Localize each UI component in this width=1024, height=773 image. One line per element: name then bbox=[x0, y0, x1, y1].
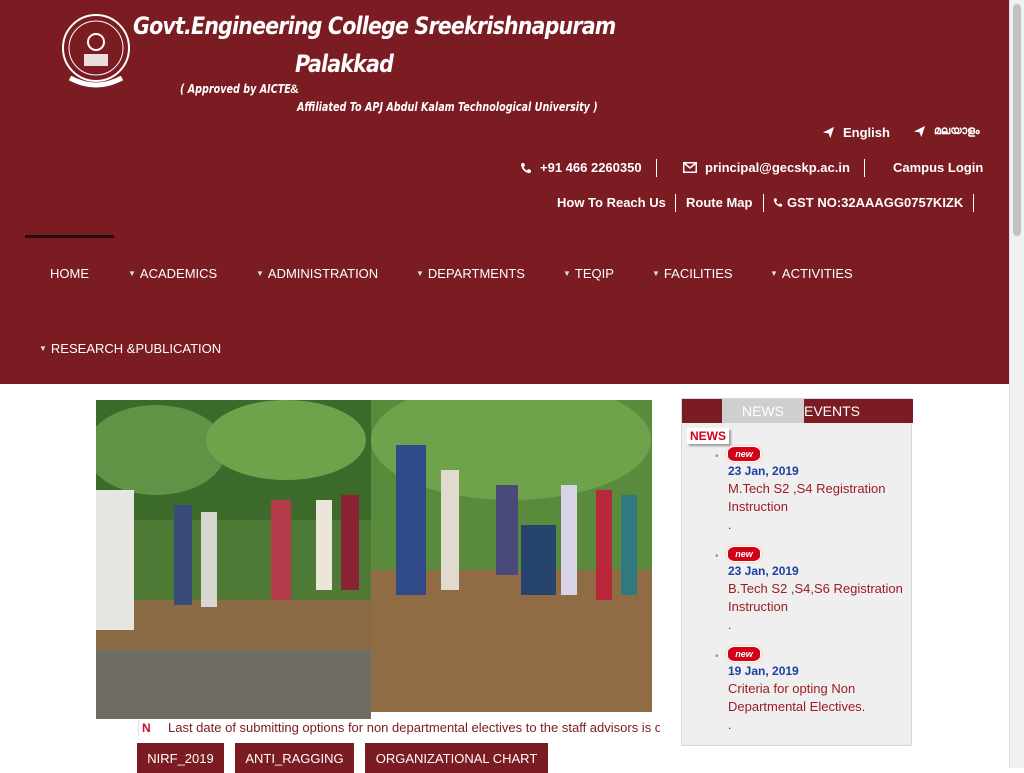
caret-down-icon: ▼ bbox=[652, 269, 660, 278]
phone-icon bbox=[521, 162, 531, 173]
tab-news[interactable]: NEWS bbox=[722, 399, 804, 423]
news-date: 19 Jan, 2019 bbox=[728, 664, 799, 678]
phone-link[interactable]: +91 466 2260350 bbox=[520, 160, 642, 175]
nav-administration[interactable]: ▼ ADMINISTRATION bbox=[256, 266, 378, 281]
envelope-icon bbox=[683, 162, 697, 173]
anti-ragging-button[interactable]: ANTI_RAGGING bbox=[235, 743, 354, 773]
divider bbox=[656, 159, 657, 177]
send-icon bbox=[822, 126, 835, 139]
scrollbar-thumb[interactable] bbox=[1013, 4, 1021, 236]
news-ticker[interactable]: N Last date of submitting options for no… bbox=[138, 720, 660, 736]
lang-english-link[interactable]: English bbox=[822, 125, 890, 140]
nav-facilities[interactable]: ▼ FACILITIES bbox=[652, 266, 733, 281]
news-link[interactable]: M.Tech S2 ,S4 Registration Instruction bbox=[728, 480, 908, 516]
nav-home[interactable]: HOME bbox=[50, 266, 89, 281]
email-link[interactable]: principal@gecskp.ac.in bbox=[683, 160, 850, 175]
affiliation-text: Affiliated To APJ Abdul Kalam Technologi… bbox=[297, 100, 598, 114]
bullet-icon: • bbox=[715, 651, 719, 662]
college-location: Palakkad bbox=[295, 50, 394, 78]
how-to-reach-link[interactable]: How To Reach Us bbox=[557, 195, 666, 210]
nav-departments-label: DEPARTMENTS bbox=[427, 266, 525, 281]
nav-academics-label: ACADEMICS bbox=[139, 266, 218, 281]
campus-login-link[interactable]: Campus Login bbox=[893, 160, 983, 175]
caret-down-icon: ▼ bbox=[416, 269, 424, 278]
tree-planting-photo-right bbox=[371, 400, 652, 712]
page-scrollbar[interactable] bbox=[1009, 0, 1024, 768]
caret-down-icon: ▼ bbox=[256, 269, 264, 278]
gst-info: GST NO:32AAAGG0757KIZK bbox=[773, 195, 963, 210]
route-map-label: Route Map bbox=[686, 195, 753, 210]
lang-malayalam-label: മലയാളം bbox=[934, 125, 980, 137]
nav-teqip-label: TEQIP bbox=[574, 266, 614, 281]
news-dot: . bbox=[728, 518, 732, 532]
tree-planting-photo-left bbox=[96, 400, 371, 719]
news-date: 23 Jan, 2019 bbox=[728, 464, 799, 478]
new-badge-icon: new bbox=[728, 447, 760, 461]
phone-icon bbox=[773, 198, 783, 207]
news-dot: . bbox=[728, 718, 732, 732]
nav-home-label: HOME bbox=[50, 266, 89, 281]
news-date: 23 Jan, 2019 bbox=[728, 564, 799, 578]
college-title: Govt.Engineering College Sreekrishnapura… bbox=[133, 12, 616, 40]
news-link[interactable]: B.Tech S2 ,S4,S6 Registration Instructio… bbox=[728, 580, 908, 616]
divider bbox=[763, 194, 764, 212]
nav-activities-label: ACTIVITIES bbox=[781, 266, 853, 281]
college-seal-logo[interactable] bbox=[60, 12, 132, 92]
lang-english-label: English bbox=[843, 125, 890, 140]
nav-administration-label: ADMINISTRATION bbox=[267, 266, 379, 281]
nav-active-indicator bbox=[25, 235, 114, 238]
caret-down-icon: ▼ bbox=[770, 269, 778, 278]
nav-academics[interactable]: ▼ ACADEMICS bbox=[128, 266, 217, 281]
image-slider[interactable] bbox=[96, 400, 652, 719]
route-map-link[interactable]: Route Map bbox=[686, 195, 752, 210]
approval-text: ( Approved by AICTE bbox=[180, 82, 291, 96]
news-dot: . bbox=[728, 618, 732, 632]
nirf-button[interactable]: NIRF_2019 bbox=[137, 743, 224, 773]
tab-events[interactable]: EVENTS bbox=[804, 399, 860, 423]
divider bbox=[973, 194, 974, 212]
bullet-icon: • bbox=[715, 451, 719, 462]
campus-login-label: Campus Login bbox=[893, 160, 984, 175]
email-address: principal@gecskp.ac.in bbox=[705, 160, 850, 175]
ticker-text[interactable]: Last date of submitting options for non … bbox=[168, 720, 660, 736]
divider bbox=[675, 194, 676, 212]
news-link[interactable]: Criteria for opting Non Departmental Ele… bbox=[728, 680, 908, 716]
bullet-icon: • bbox=[715, 551, 719, 562]
lang-malayalam-link[interactable]: മലയാളം bbox=[913, 125, 980, 138]
send-icon bbox=[913, 125, 926, 138]
nav-activities[interactable]: ▼ ACTIVITIES bbox=[770, 266, 853, 281]
caret-down-icon: ▼ bbox=[128, 269, 136, 278]
new-badge-icon: new bbox=[728, 647, 760, 661]
nav-facilities-label: FACILITIES bbox=[663, 266, 733, 281]
how-to-reach-label: How To Reach Us bbox=[557, 195, 666, 210]
nav-research[interactable]: ▼ RESEARCH &PUBLICATION bbox=[39, 341, 221, 356]
ticker-badge: N bbox=[138, 720, 166, 736]
news-events-panel: NEWS EVENTS NEWS • new 23 Jan, 2019 M.Te… bbox=[681, 398, 913, 746]
site-header: Govt.Engineering College Sreekrishnapura… bbox=[0, 0, 1009, 384]
divider bbox=[864, 159, 865, 177]
phone-number: +91 466 2260350 bbox=[540, 160, 642, 175]
nav-research-label: RESEARCH &PUBLICATION bbox=[50, 341, 222, 356]
organizational-chart-button[interactable]: ORGANIZATIONAL CHART bbox=[365, 743, 548, 773]
caret-down-icon: ▼ bbox=[563, 269, 571, 278]
caret-down-icon: ▼ bbox=[39, 344, 47, 353]
new-badge-icon: new bbox=[728, 547, 760, 561]
nav-departments[interactable]: ▼ DEPARTMENTS bbox=[416, 266, 525, 281]
nav-teqip[interactable]: ▼ TEQIP bbox=[563, 266, 614, 281]
news-events-tabs: NEWS EVENTS bbox=[682, 399, 913, 423]
ampersand-text: & bbox=[290, 82, 299, 96]
news-label: NEWS bbox=[687, 428, 729, 444]
gst-number: GST NO:32AAAGG0757KIZK bbox=[787, 195, 964, 210]
